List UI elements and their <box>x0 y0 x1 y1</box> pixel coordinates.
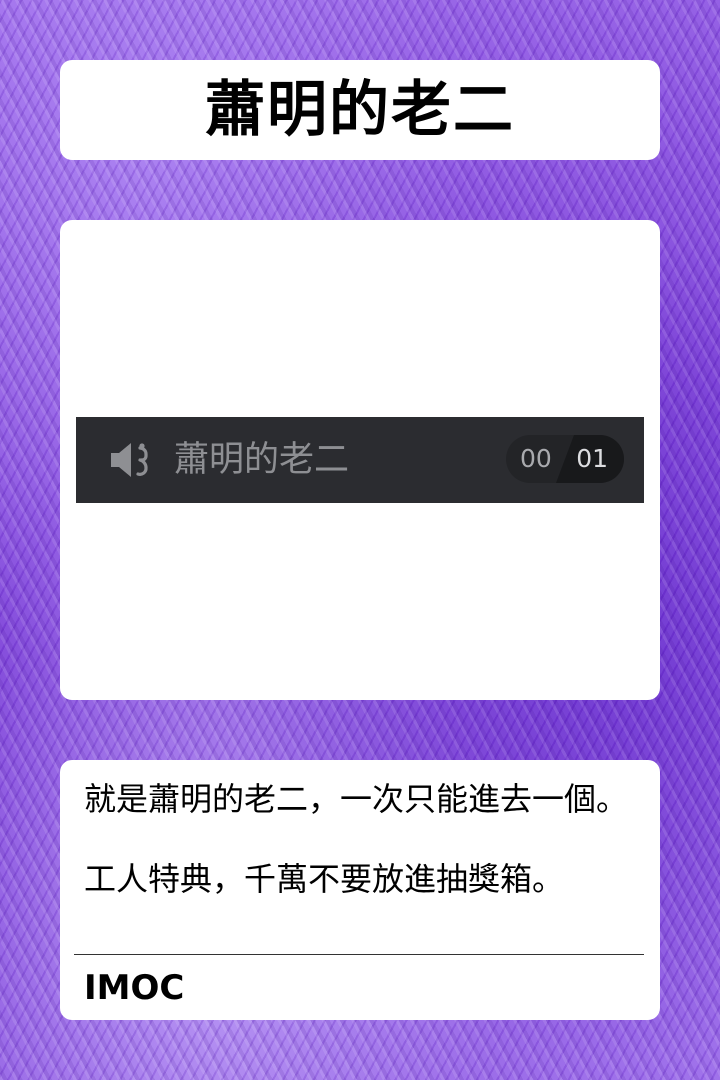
current-time: 00 <box>520 444 552 473</box>
total-time: 01 <box>576 444 608 473</box>
time-counter: 00 01 <box>506 435 624 483</box>
description-card: 就是蕭明的老二，一次只能進去一個。 工人特典，千萬不要放進抽獎箱。 IMOC <box>60 760 660 1020</box>
divider <box>74 954 644 955</box>
audio-player-card: 蕭明的老二 00 01 <box>60 220 660 700</box>
description-line-1: 就是蕭明的老二，一次只能進去一個。 <box>84 780 629 818</box>
author-name: IMOC <box>84 968 185 1008</box>
page-background: { "title": "蕭明的老二", "player": { "track_n… <box>0 0 720 1080</box>
track-name: 蕭明的老二 <box>174 440 350 480</box>
audio-player-bar[interactable]: 蕭明的老二 00 01 <box>76 417 644 503</box>
title-card: 蕭明的老二 <box>60 60 660 160</box>
speaker-volume-icon[interactable] <box>109 440 155 480</box>
page-title: 蕭明的老二 <box>205 75 515 145</box>
description-text: 就是蕭明的老二，一次只能進去一個。 工人特典，千萬不要放進抽獎箱。 <box>84 778 644 900</box>
description-line-2: 工人特典，千萬不要放進抽獎箱。 <box>84 860 565 898</box>
